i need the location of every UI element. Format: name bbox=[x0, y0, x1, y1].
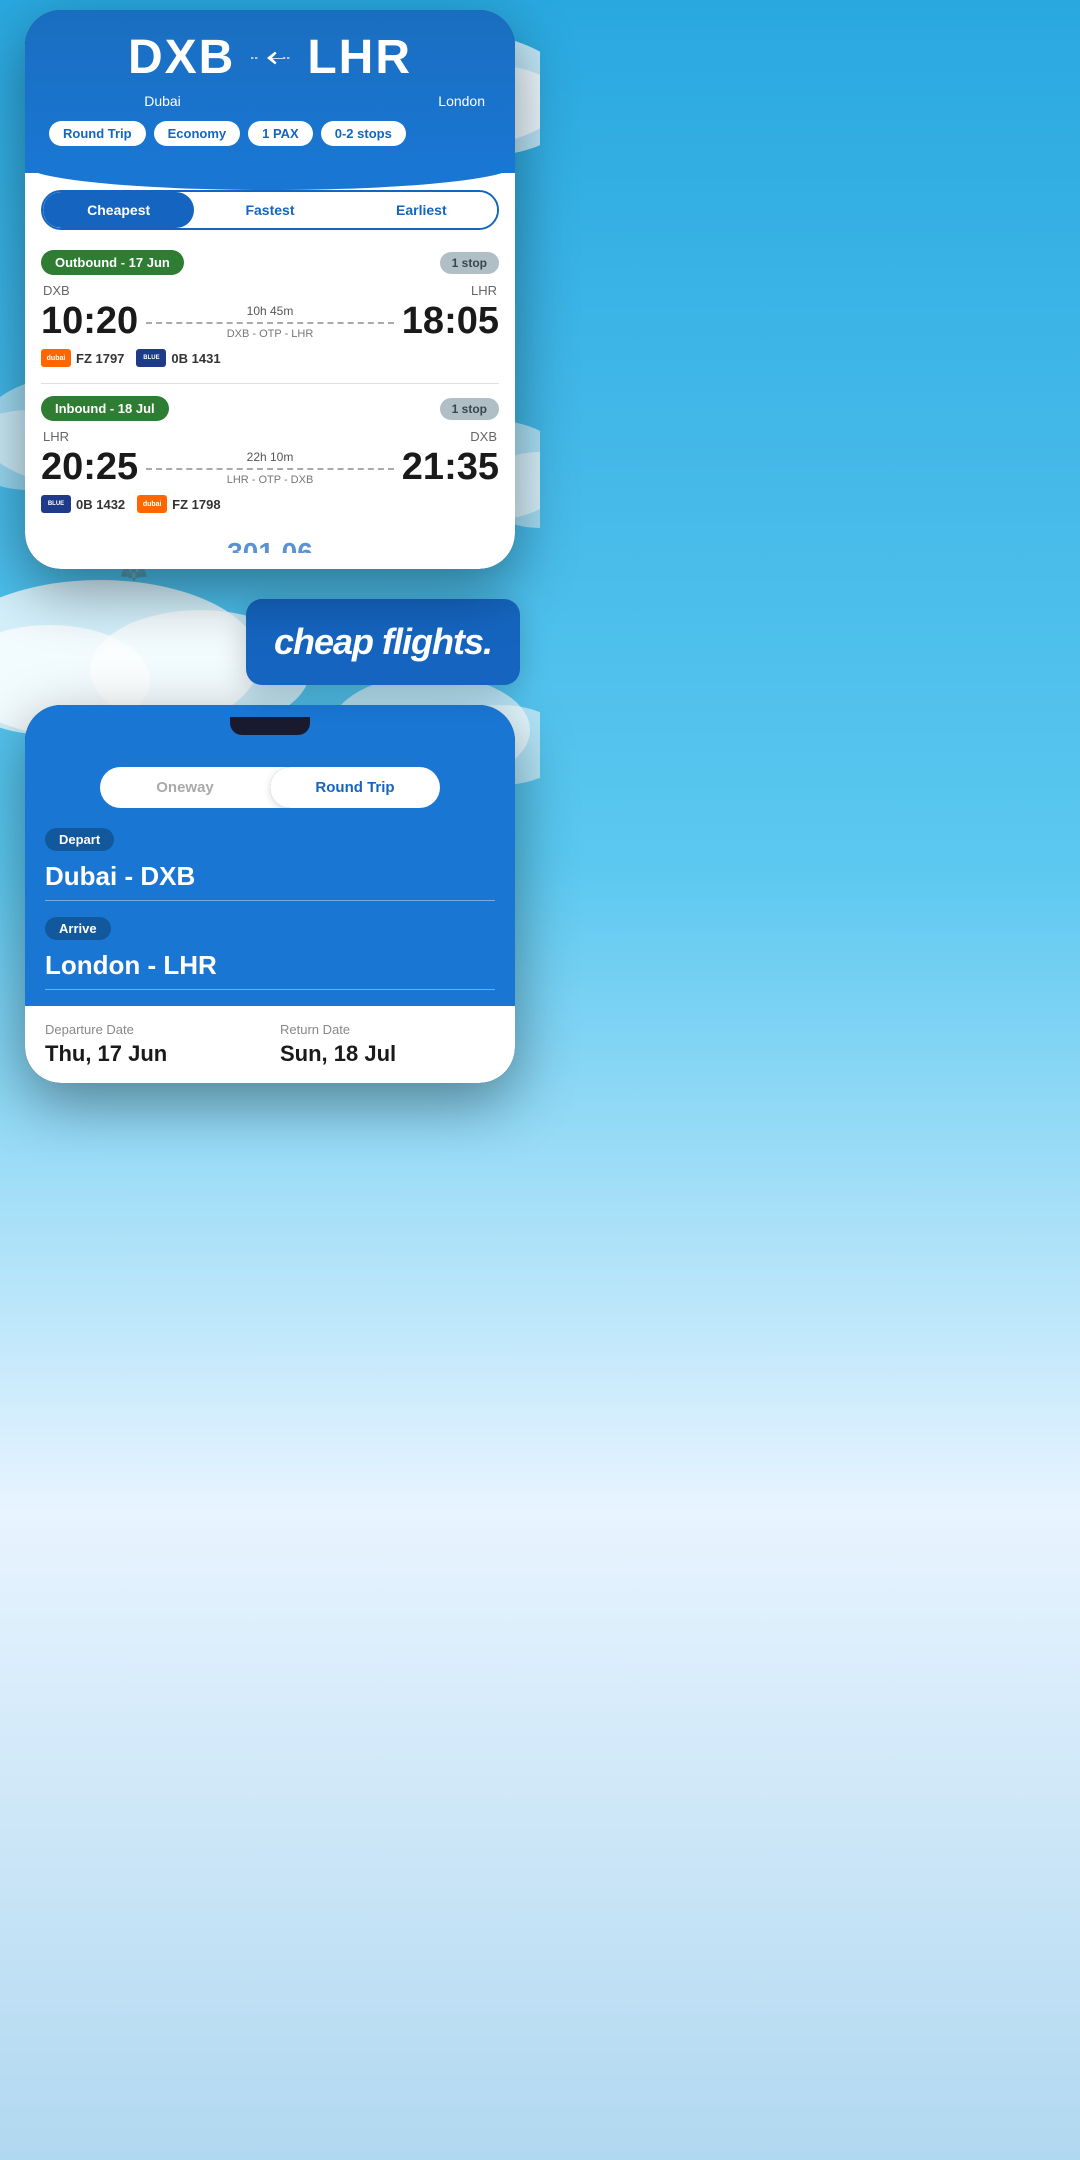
airplane-icon bbox=[251, 46, 291, 70]
blue-logo-1: BLUE bbox=[136, 349, 166, 367]
inbound-label: Inbound - 18 Jul bbox=[41, 396, 169, 421]
round-trip-option[interactable]: Round Trip bbox=[270, 767, 440, 808]
depart-label-tag: Depart bbox=[45, 828, 114, 851]
dubai-logo-1: dubai bbox=[41, 349, 71, 367]
segment-divider bbox=[41, 383, 499, 384]
arrive-value: London - LHR bbox=[45, 946, 495, 989]
outbound-flight-card: Outbound - 17 Jun 1 stop DXB LHR 10:20 1… bbox=[41, 250, 499, 367]
stops-tag[interactable]: 0-2 stops bbox=[321, 121, 406, 146]
dubai-logo-2: dubai bbox=[137, 495, 167, 513]
outbound-origin-airport: DXB bbox=[43, 283, 70, 298]
inbound-stop-badge: 1 stop bbox=[440, 398, 499, 420]
outbound-airlines: dubai FZ 1797 BLUE 0B 1431 bbox=[41, 349, 499, 367]
outbound-arrive-time: 18:05 bbox=[402, 300, 499, 343]
tab-earliest[interactable]: Earliest bbox=[346, 192, 497, 228]
departure-date-label: Departure Date bbox=[45, 1022, 260, 1037]
origin-code: DXB bbox=[128, 30, 235, 85]
depart-divider bbox=[45, 900, 495, 901]
inbound-flight-card: Inbound - 18 Jul 1 stop LHR DXB 20:25 22… bbox=[41, 396, 499, 513]
outbound-airline1: dubai FZ 1797 bbox=[41, 349, 124, 367]
cheap-flights-banner: cheap flights. bbox=[246, 599, 520, 685]
tab-fastest[interactable]: Fastest bbox=[194, 192, 345, 228]
destination-city: London bbox=[270, 93, 485, 109]
inbound-depart-time: 20:25 bbox=[41, 446, 138, 489]
depart-value: Dubai - DXB bbox=[45, 857, 495, 900]
inbound-dest-airport: DXB bbox=[470, 429, 497, 444]
notch bbox=[230, 717, 310, 735]
search-form: Depart Dubai - DXB Arrive London - LHR bbox=[25, 808, 515, 990]
departure-date-value: Thu, 17 Jun bbox=[45, 1041, 167, 1066]
inbound-duration: 22h 10m bbox=[146, 450, 394, 464]
outbound-depart-time: 10:20 bbox=[41, 300, 138, 343]
arrive-field[interactable]: Arrive London - LHR bbox=[45, 917, 495, 990]
oneway-option[interactable]: Oneway bbox=[100, 767, 270, 808]
blue-logo-2: BLUE bbox=[41, 495, 71, 513]
filter-tabs: Cheapest Fastest Earliest bbox=[41, 190, 499, 230]
return-date-field[interactable]: Return Date Sun, 18 Jul bbox=[280, 1022, 495, 1067]
return-date-label: Return Date bbox=[280, 1022, 495, 1037]
inbound-origin-airport: LHR bbox=[43, 429, 69, 444]
tab-cheapest[interactable]: Cheapest bbox=[43, 192, 194, 228]
return-date-value: Sun, 18 Jul bbox=[280, 1041, 396, 1066]
dates-row: Departure Date Thu, 17 Jun Return Date S… bbox=[25, 1006, 515, 1083]
inbound-via: LHR - OTP - DXB bbox=[146, 474, 394, 486]
outbound-airline2: BLUE 0B 1431 bbox=[136, 349, 220, 367]
pax-tag[interactable]: 1 PAX bbox=[248, 121, 313, 146]
inbound-arrive-time: 21:35 bbox=[402, 446, 499, 489]
outbound-label: Outbound - 17 Jun bbox=[41, 250, 184, 275]
cheap-flights-text: cheap flights. bbox=[274, 621, 492, 663]
inbound-route-info: 22h 10m LHR - OTP - DXB bbox=[138, 450, 402, 486]
origin-city: Dubai bbox=[55, 93, 270, 109]
arrive-divider bbox=[45, 989, 495, 990]
inbound-airline2: dubai FZ 1798 bbox=[137, 495, 220, 513]
outbound-route-info: 10h 45m DXB - OTP - LHR bbox=[138, 304, 402, 340]
phone-1: DXB LHR bbox=[25, 10, 515, 569]
departure-date-field[interactable]: Departure Date Thu, 17 Jun bbox=[45, 1022, 260, 1067]
cabin-tag[interactable]: Economy bbox=[154, 121, 241, 146]
inbound-airline1: BLUE 0B 1432 bbox=[41, 495, 125, 513]
inbound-airlines: BLUE 0B 1432 dubai FZ 1798 bbox=[41, 495, 499, 513]
outbound-duration: 10h 45m bbox=[146, 304, 394, 318]
dashed-line-2 bbox=[146, 468, 394, 470]
price-preview: 301 06 bbox=[41, 529, 499, 553]
dashed-line bbox=[146, 322, 394, 324]
middle-section: cheap flights. bbox=[0, 569, 540, 705]
arrive-label-tag: Arrive bbox=[45, 917, 111, 940]
trip-type-toggle[interactable]: Oneway Round Trip bbox=[100, 767, 440, 808]
trip-type-tag[interactable]: Round Trip bbox=[49, 121, 146, 146]
notch-bar bbox=[25, 705, 515, 735]
outbound-dest-airport: LHR bbox=[471, 283, 497, 298]
depart-field[interactable]: Depart Dubai - DXB bbox=[45, 828, 495, 901]
outbound-stop-badge: 1 stop bbox=[440, 252, 499, 274]
destination-code: LHR bbox=[307, 30, 412, 85]
outbound-via: DXB - OTP - LHR bbox=[146, 328, 394, 340]
phone-2: Oneway Round Trip Depart Dubai - DXB Arr… bbox=[25, 705, 515, 1083]
